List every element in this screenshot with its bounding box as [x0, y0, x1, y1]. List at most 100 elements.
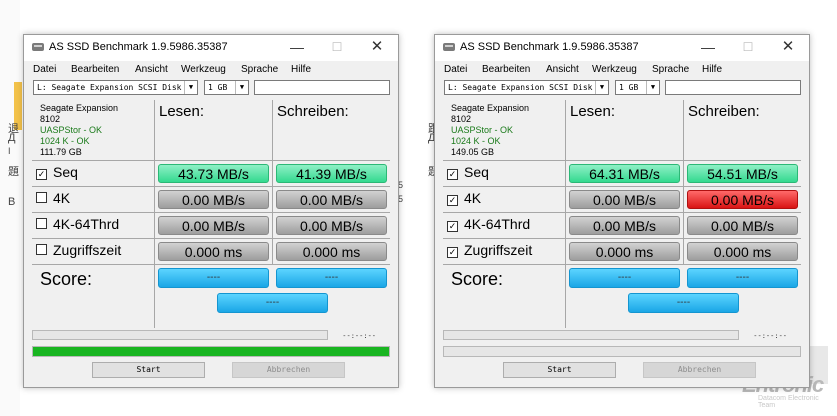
total-progress-fill [33, 347, 389, 356]
test-row-seq[interactable]: ✓ Seq [443, 161, 565, 186]
test-progress-bar [443, 330, 739, 340]
menu-werkzeug[interactable]: Werkzeug [592, 64, 637, 75]
size-select[interactable]: 1 GB ▼ [615, 80, 660, 95]
size-select[interactable]: 1 GB ▼ [204, 80, 249, 95]
read-result: 0.00 MB/s [569, 190, 680, 209]
start-button[interactable]: Start [92, 362, 205, 378]
menu-bearbeiten[interactable]: Bearbeiten [482, 64, 530, 75]
desktop-background-strip [0, 0, 20, 416]
read-cell: 43.73 MB/s [155, 161, 272, 186]
size-select-value: 1 GB [208, 83, 228, 92]
empty-field[interactable] [665, 80, 801, 95]
test-row-4k[interactable]: 4K [32, 187, 154, 212]
test-row-4k[interactable]: ✓ 4K [443, 187, 565, 212]
total-progress-bar [32, 346, 390, 357]
read-cell: 0.000 ms [566, 239, 683, 264]
menu-datei[interactable]: Datei [33, 64, 56, 75]
empty-field[interactable] [254, 80, 390, 95]
drive-id: 8102 [40, 114, 61, 124]
read-result: 0.00 MB/s [158, 216, 269, 235]
checkbox[interactable] [36, 218, 47, 229]
menu-sprache[interactable]: Sprache [652, 64, 689, 75]
chevron-down-icon: ▼ [235, 81, 248, 94]
elapsed-time: --:--:-- [342, 332, 376, 340]
drive-name: Seagate Expansion [40, 103, 119, 113]
background-text: I [8, 146, 11, 156]
abort-button[interactable]: Abbrechen [643, 362, 756, 378]
checkbox[interactable]: ✓ [447, 247, 458, 258]
checkbox[interactable]: ✓ [447, 169, 458, 180]
checkbox[interactable]: ✓ [447, 221, 458, 232]
title-bar[interactable]: AS SSD Benchmark 1.9.5986.35387 — ☐ ✕ [24, 35, 398, 61]
score-total: ---- [628, 293, 739, 313]
read-result: 43.73 MB/s [158, 164, 269, 183]
write-column-header: Schreiben: [273, 100, 390, 160]
menu-ansicht[interactable]: Ansicht [135, 64, 168, 75]
test-label: 4K-64Thrd [53, 216, 120, 232]
read-cell: 0.00 MB/s [566, 187, 683, 212]
write-cell: 0.00 MB/s [273, 187, 390, 212]
test-row-4k-64thrd[interactable]: 4K-64Thrd [32, 213, 154, 238]
checkbox[interactable]: ✓ [36, 169, 47, 180]
checkbox[interactable] [36, 192, 47, 203]
write-cell: 0.000 ms [684, 239, 801, 264]
drive-name: Seagate Expansion [451, 103, 530, 113]
results-grid: Seagate Expansion 8102 UASPStor - OK 102… [443, 100, 801, 328]
menu-hilfe[interactable]: Hilfe [291, 64, 311, 75]
start-button[interactable]: Start [503, 362, 616, 378]
score-panel: ---- ---- ---- [155, 265, 390, 328]
maximize-icon[interactable]: ☐ [324, 38, 350, 56]
driver-status: UASPStor - OK [40, 125, 103, 135]
title-bar[interactable]: AS SSD Benchmark 1.9.5986.35387 — ☐ ✕ [435, 35, 809, 61]
drive-select[interactable]: L: Seagate Expansion SCSI Disk De ▼ [444, 80, 609, 95]
drive-info-panel: Seagate Expansion 8102 UASPStor - OK 102… [443, 100, 565, 160]
write-result: 0.00 MB/s [687, 216, 798, 235]
alignment-status: 1024 K - OK [451, 136, 501, 146]
close-icon[interactable]: ✕ [364, 38, 390, 56]
write-result: 41.39 MB/s [276, 164, 387, 183]
test-row-4k-64thrd[interactable]: ✓ 4K-64Thrd [443, 213, 565, 238]
menu-bar: Datei Bearbeiten Ansicht Werkzeug Sprach… [435, 61, 809, 79]
read-column-header: Lesen: [566, 100, 683, 160]
drive-capacity: 111.79 GB [40, 147, 82, 157]
write-result: 0.00 MB/s [276, 216, 387, 235]
menu-werkzeug[interactable]: Werkzeug [181, 64, 226, 75]
close-icon[interactable]: ✕ [775, 38, 801, 56]
toolbar: L: Seagate Expansion SCSI Disk De ▼ 1 GB… [435, 79, 809, 97]
chevron-down-icon: ▼ [184, 81, 197, 94]
test-label: Zugriffszeit [464, 242, 533, 258]
total-progress-bar [443, 346, 801, 357]
window-title: AS SSD Benchmark 1.9.5986.35387 [460, 41, 639, 53]
menu-sprache[interactable]: Sprache [241, 64, 278, 75]
drive-select-value: L: Seagate Expansion SCSI Disk De [448, 83, 607, 92]
chevron-down-icon: ▼ [646, 81, 659, 94]
benchmark-window: AS SSD Benchmark 1.9.5986.35387 — ☐ ✕ Da… [434, 34, 810, 388]
drive-select[interactable]: L: Seagate Expansion SCSI Disk De ▼ [33, 80, 198, 95]
elapsed-time: --:--:-- [753, 332, 787, 340]
app-icon [443, 43, 455, 51]
read-cell: 0.00 MB/s [155, 213, 272, 238]
minimize-icon[interactable]: — [284, 38, 310, 56]
write-cell: 0.00 MB/s [684, 187, 801, 212]
write-result: 54.51 MB/s [687, 164, 798, 183]
write-cell: 0.00 MB/s [684, 213, 801, 238]
minimize-icon[interactable]: — [695, 38, 721, 56]
score-read: ---- [158, 268, 269, 288]
abort-button[interactable]: Abbrechen [232, 362, 345, 378]
checkbox[interactable] [36, 244, 47, 255]
menu-bearbeiten[interactable]: Bearbeiten [71, 64, 119, 75]
test-row-zugriffszeit[interactable]: ✓ Zugriffszeit [443, 239, 565, 264]
menu-hilfe[interactable]: Hilfe [702, 64, 722, 75]
read-cell: 0.00 MB/s [566, 213, 683, 238]
checkbox[interactable]: ✓ [447, 195, 458, 206]
menu-datei[interactable]: Datei [444, 64, 467, 75]
test-row-zugriffszeit[interactable]: Zugriffszeit [32, 239, 154, 264]
maximize-icon[interactable]: ☐ [735, 38, 761, 56]
menu-ansicht[interactable]: Ansicht [546, 64, 579, 75]
alignment-status: 1024 K - OK [40, 136, 90, 146]
read-cell: 0.000 ms [155, 239, 272, 264]
read-column-header: Lesen: [155, 100, 272, 160]
test-label: Zugriffszeit [53, 242, 122, 258]
size-select-value: 1 GB [619, 83, 639, 92]
test-row-seq[interactable]: ✓ Seq [32, 161, 154, 186]
